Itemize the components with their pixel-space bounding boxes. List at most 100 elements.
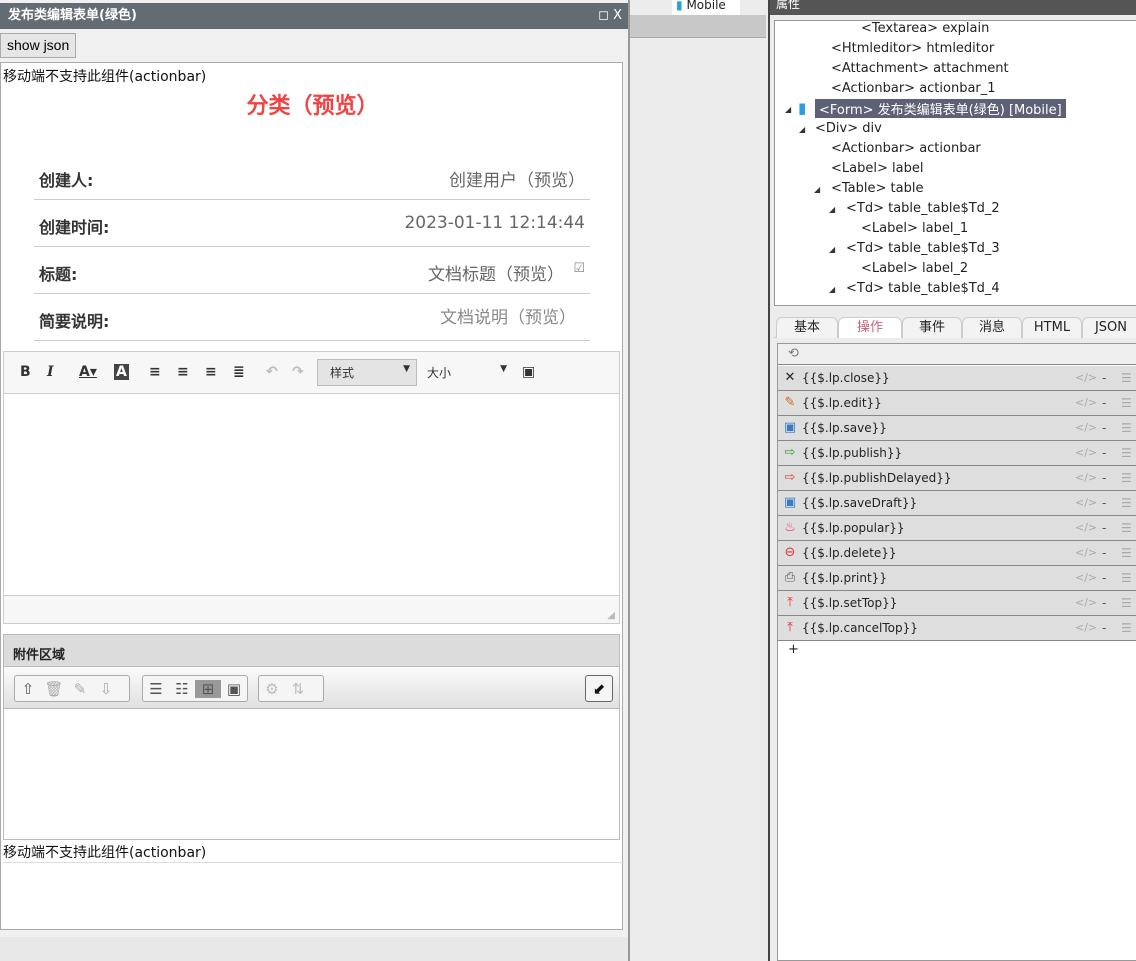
undo-icon[interactable]: ↶ bbox=[266, 364, 278, 380]
tree-node[interactable]: <Attachment> attachment bbox=[831, 61, 1009, 76]
grid-view-icon[interactable]: ⊞ bbox=[195, 679, 221, 698]
menu-icon[interactable]: ☰ bbox=[1121, 416, 1132, 440]
align-center-icon[interactable]: ≡ bbox=[177, 364, 189, 380]
action-row[interactable]: ⤒ {{$.lp.cancelTop}} </> - ☰ bbox=[778, 616, 1136, 641]
action-row[interactable]: ♨ {{$.lp.popular}} </> - ☰ bbox=[778, 516, 1136, 541]
tree-node[interactable]: <Actionbar> actionbar_1 bbox=[831, 81, 996, 96]
expand-icon[interactable]: ◢ bbox=[799, 125, 805, 134]
remove-button[interactable]: - bbox=[1102, 466, 1106, 490]
row-value[interactable]: 文档说明（预览） bbox=[440, 303, 576, 328]
tree-node[interactable]: <Label> label bbox=[831, 161, 923, 176]
list-icon[interactable]: ☰ bbox=[143, 680, 169, 698]
remove-button[interactable]: - bbox=[1102, 391, 1106, 415]
image-view-icon[interactable]: ▣ bbox=[221, 680, 247, 698]
tree-node[interactable]: <Td> table_table$Td_3 bbox=[846, 241, 1000, 256]
menu-icon[interactable]: ☰ bbox=[1121, 391, 1132, 415]
menu-icon[interactable]: ☰ bbox=[1121, 566, 1132, 590]
upload-icon[interactable]: ⇧ bbox=[15, 680, 41, 698]
font-color-icon[interactable]: A▾ bbox=[79, 364, 97, 380]
align-left-icon[interactable]: ≡ bbox=[149, 364, 161, 380]
tree-node[interactable]: <Htmleditor> htmleditor bbox=[831, 41, 994, 56]
menu-icon[interactable]: ☰ bbox=[1121, 366, 1132, 390]
bold-icon[interactable]: B bbox=[20, 364, 31, 380]
code-icon[interactable]: </> bbox=[1075, 466, 1097, 490]
justify-icon[interactable]: ≣ bbox=[233, 364, 245, 380]
menu-icon[interactable]: ☰ bbox=[1121, 616, 1132, 640]
action-row[interactable]: ⇨ {{$.lp.publishDelayed}} </> - ☰ bbox=[778, 466, 1136, 491]
maximize-icon[interactable]: ⬋ bbox=[586, 680, 612, 698]
dialog-window-controls[interactable]: ◻ X bbox=[598, 3, 622, 29]
size-select[interactable]: 大小 ▼ bbox=[427, 364, 507, 381]
expand-icon[interactable]: ◢ bbox=[829, 285, 835, 294]
reset-icon[interactable]: ⟲ bbox=[788, 346, 799, 361]
expand-icon[interactable]: ◢ bbox=[829, 205, 835, 214]
tree-node[interactable]: <Td> table_table$Td_2 bbox=[846, 201, 1000, 216]
tab-messages[interactable]: 消息 bbox=[962, 317, 1022, 338]
menu-icon[interactable]: ☰ bbox=[1121, 491, 1132, 515]
resize-handle-icon[interactable]: ◢ bbox=[607, 610, 615, 621]
tab-actions[interactable]: 操作 bbox=[838, 317, 902, 338]
tree-node[interactable]: <Div> div bbox=[815, 121, 882, 136]
code-icon[interactable]: </> bbox=[1075, 516, 1097, 540]
sort-icon[interactable]: ⇅ bbox=[285, 680, 311, 698]
tree-node[interactable]: <Actionbar> actionbar bbox=[831, 141, 981, 156]
menu-icon[interactable]: ☰ bbox=[1121, 466, 1132, 490]
tree-node[interactable]: <Label> label_1 bbox=[861, 221, 968, 236]
remove-button[interactable]: - bbox=[1102, 541, 1106, 565]
expand-icon[interactable]: ◢ bbox=[814, 185, 820, 194]
menu-icon[interactable]: ☰ bbox=[1121, 541, 1132, 565]
row-value[interactable]: 文档标题（预览） bbox=[428, 260, 564, 285]
menu-icon[interactable]: ☰ bbox=[1121, 516, 1132, 540]
remove-button[interactable]: - bbox=[1102, 416, 1106, 440]
remove-button[interactable]: - bbox=[1102, 516, 1106, 540]
settings-icon[interactable]: ⚙ bbox=[259, 680, 285, 698]
code-icon[interactable]: </> bbox=[1075, 416, 1097, 440]
ordered-list-icon[interactable]: ☷ bbox=[169, 680, 195, 698]
remove-button[interactable]: - bbox=[1102, 441, 1106, 465]
tab-json[interactable]: JSON bbox=[1082, 317, 1136, 338]
remove-button[interactable]: - bbox=[1102, 491, 1106, 515]
download-icon[interactable]: ⇩ bbox=[93, 680, 119, 698]
tab-basic[interactable]: 基本 bbox=[776, 317, 838, 338]
style-select[interactable]: 样式 ▼ bbox=[317, 359, 417, 386]
code-icon[interactable]: </> bbox=[1075, 441, 1097, 465]
action-row[interactable]: ⊖ {{$.lp.delete}} </> - ☰ bbox=[778, 541, 1136, 566]
menu-icon[interactable]: ☰ bbox=[1121, 591, 1132, 615]
action-row[interactable]: ⇨ {{$.lp.publish}} </> - ☰ bbox=[778, 441, 1136, 466]
tree-node[interactable]: <Textarea> explain bbox=[861, 21, 989, 36]
align-right-icon[interactable]: ≡ bbox=[205, 364, 217, 380]
code-icon[interactable]: </> bbox=[1075, 591, 1097, 615]
background-color-icon[interactable]: A bbox=[114, 364, 129, 380]
tab-events[interactable]: 事件 bbox=[902, 317, 962, 338]
code-icon[interactable]: </> bbox=[1075, 566, 1097, 590]
code-icon[interactable]: </> bbox=[1075, 616, 1097, 640]
edit-icon[interactable]: ✎ bbox=[67, 680, 93, 698]
tab-html[interactable]: HTML bbox=[1022, 317, 1082, 338]
code-icon[interactable]: </> bbox=[1075, 491, 1097, 515]
code-icon[interactable]: </> bbox=[1075, 391, 1097, 415]
delete-icon[interactable]: 🗑 bbox=[41, 680, 67, 698]
remove-button[interactable]: - bbox=[1102, 591, 1106, 615]
remove-button[interactable]: - bbox=[1102, 566, 1106, 590]
mobile-tab[interactable]: ▮ Mobile bbox=[672, 0, 740, 15]
remove-button[interactable]: - bbox=[1102, 616, 1106, 640]
menu-icon[interactable]: ☰ bbox=[1121, 441, 1132, 465]
expand-icon[interactable]: ◢ bbox=[785, 105, 791, 114]
redo-icon[interactable]: ↷ bbox=[292, 364, 304, 380]
code-icon[interactable]: </> bbox=[1075, 541, 1097, 565]
add-action-button[interactable]: + bbox=[788, 642, 799, 657]
action-row[interactable]: ▣ {{$.lp.saveDraft}} </> - ☰ bbox=[778, 491, 1136, 516]
remove-button[interactable]: - bbox=[1102, 366, 1106, 390]
code-icon[interactable]: </> bbox=[1075, 366, 1097, 390]
action-row[interactable]: ⎙ {{$.lp.print}} </> - ☰ bbox=[778, 566, 1136, 591]
action-row[interactable]: ▣ {{$.lp.save}} </> - ☰ bbox=[778, 416, 1136, 441]
tree-node[interactable]: <Td> table_table$Td_4 bbox=[846, 281, 1000, 296]
action-row[interactable]: ⤒ {{$.lp.setTop}} </> - ☰ bbox=[778, 591, 1136, 616]
tree-node[interactable]: <Table> table bbox=[831, 181, 923, 196]
italic-icon[interactable]: I bbox=[47, 364, 54, 380]
tree-node-selected[interactable]: <Form> 发布类编辑表单(绿色) [Mobile] bbox=[815, 99, 1066, 118]
image-icon[interactable]: ▣ bbox=[522, 364, 535, 380]
show-json-button[interactable]: show json bbox=[0, 33, 77, 58]
action-row[interactable]: ✕ {{$.lp.close}} </> - ☰ bbox=[778, 366, 1136, 391]
tree-node[interactable]: <Label> label_2 bbox=[861, 261, 968, 276]
